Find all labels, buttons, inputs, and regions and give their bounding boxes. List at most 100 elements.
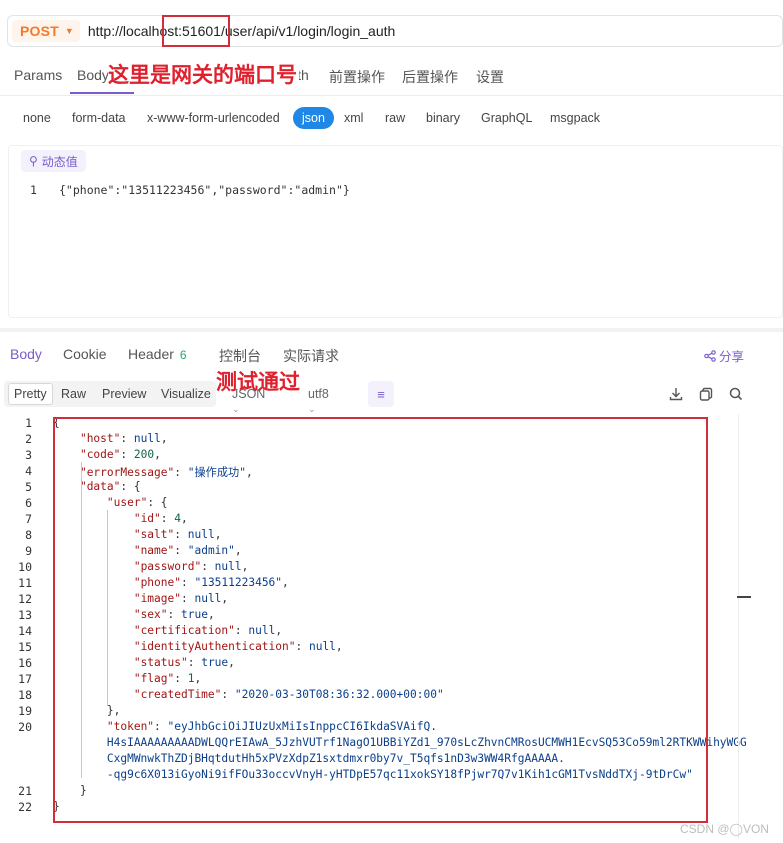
encoding-select-value: utf8 xyxy=(308,387,329,401)
line-number: 7 xyxy=(25,512,32,526)
code-line: CxgMWnwkThZDjBHqtdutHh5xPVzXdpZ1sxtdmxr0… xyxy=(53,752,565,765)
format-preview[interactable]: Preview xyxy=(102,387,146,401)
chevron-down-icon: ⌄ xyxy=(308,404,316,414)
resp-tab-cookie[interactable]: Cookie xyxy=(63,346,107,362)
tab-body[interactable]: Body xyxy=(77,67,109,83)
line-number: 2 xyxy=(25,432,32,446)
code-line: }, xyxy=(53,704,121,717)
search-icon[interactable] xyxy=(727,385,745,403)
line-number: 5 xyxy=(25,480,32,494)
resp-tab-console[interactable]: 控制台 xyxy=(219,346,261,366)
method-select[interactable]: POST ▼ xyxy=(12,20,80,42)
dynamic-value-label: 动态值 xyxy=(41,154,78,169)
request-body-editor[interactable] xyxy=(8,145,783,318)
magic-wand-icon: ⚲ xyxy=(29,154,38,168)
line-number: 21 xyxy=(18,784,32,798)
annotation-port: 这里是网关的端口号 xyxy=(108,59,299,89)
tab-settings[interactable]: 设置 xyxy=(476,67,504,87)
line-number: 19 xyxy=(18,704,32,718)
line-number: 4 xyxy=(25,464,32,478)
url-bar[interactable]: POST ▼ http://localhost:51601/user/api/v… xyxy=(7,15,783,47)
code-line: "image": null, xyxy=(133,592,229,605)
body-type-selector: none form-data x-www-form-urlencoded jso… xyxy=(0,106,783,130)
body-type-urlencoded[interactable]: x-www-form-urlencoded xyxy=(147,111,280,125)
indent-guide xyxy=(107,510,108,706)
line-number: 10 xyxy=(18,560,32,574)
code-line: "flag": 1, xyxy=(133,672,202,685)
code-line: "password": null, xyxy=(133,560,249,573)
scrollbar-thumb[interactable] xyxy=(737,596,751,598)
resp-tab-body[interactable]: Body xyxy=(10,346,42,362)
body-type-binary[interactable]: binary xyxy=(426,111,460,125)
line-number: 11 xyxy=(18,576,32,590)
code-line: "salt": null, xyxy=(133,528,222,541)
scrollbar[interactable] xyxy=(738,414,752,839)
active-tab-indicator xyxy=(70,92,134,94)
resp-tab-header[interactable]: Header 6 xyxy=(128,346,187,362)
line-number: 16 xyxy=(18,656,32,670)
format-pretty[interactable]: Pretty xyxy=(8,383,53,405)
code-line: "token": "eyJhbGciOiJIUzUxMiIsInppcCI6Ik… xyxy=(106,720,437,733)
body-type-graphql[interactable]: GraphQL xyxy=(481,111,532,125)
wrap-lines-button[interactable]: ≡ xyxy=(368,381,394,407)
code-line: -qg9c6X013iGyoNi9ifFOu33occvVnyH-yHTDpE5… xyxy=(53,768,693,781)
wrap-icon: ≡ xyxy=(377,386,385,402)
line-number: 15 xyxy=(18,640,32,654)
language-select[interactable]: JSON ⌄ xyxy=(232,387,265,415)
format-visualize[interactable]: Visualize xyxy=(161,387,211,401)
share-icon xyxy=(704,349,716,362)
pane-divider[interactable] xyxy=(0,328,783,332)
code-line: } xyxy=(53,784,87,797)
share-button[interactable]: 分享 xyxy=(704,346,744,365)
code-line: "sex": true, xyxy=(133,608,215,621)
line-number: 13 xyxy=(18,608,32,622)
body-type-form-data[interactable]: form-data xyxy=(72,111,126,125)
line-number: 17 xyxy=(18,672,32,686)
body-type-none[interactable]: none xyxy=(23,111,51,125)
line-number: 3 xyxy=(25,448,32,462)
line-number: 1 xyxy=(30,183,37,197)
watermark: CSDN @◯VON xyxy=(680,822,769,836)
body-type-xml[interactable]: xml xyxy=(344,111,363,125)
line-number: 18 xyxy=(18,688,32,702)
tab-post-actions[interactable]: 后置操作 xyxy=(402,67,458,87)
line-number: 22 xyxy=(18,800,32,814)
tab-params[interactable]: Params xyxy=(14,67,62,83)
line-number: 9 xyxy=(25,544,32,558)
code-line: "host": null, xyxy=(79,432,168,445)
line-number: 14 xyxy=(18,624,32,638)
body-type-json[interactable]: json xyxy=(293,107,334,129)
format-raw[interactable]: Raw xyxy=(61,387,86,401)
line-number: 20 xyxy=(18,720,32,734)
code-line: "errorMessage": "操作成功", xyxy=(79,466,253,479)
line-number: 6 xyxy=(25,496,32,510)
share-label: 分享 xyxy=(719,350,745,364)
line-number: 1 xyxy=(25,416,32,430)
response-body-editor[interactable]: 1 2 3 4 5 6 7 8 9 10 11 12 13 14 15 16 17 18 19 20 21 22 { "h… xyxy=(8,414,750,834)
resp-tab-actual-request[interactable]: 实际请求 xyxy=(283,346,339,366)
encoding-select[interactable]: utf8 ⌄ xyxy=(308,387,329,415)
body-type-raw[interactable]: raw xyxy=(385,111,405,125)
chevron-down-icon: ⌄ xyxy=(232,404,240,414)
code-line: } xyxy=(53,800,60,813)
url-input[interactable]: http://localhost:51601/user/api/v1/login… xyxy=(88,23,395,39)
download-icon[interactable] xyxy=(667,385,685,403)
code-line: "id": 4, xyxy=(133,512,188,525)
indent-guide xyxy=(81,462,82,778)
dynamic-value-button[interactable]: ⚲ 动态值 xyxy=(21,150,86,172)
code-line: "identityAuthentication": null, xyxy=(133,640,343,653)
code-line: "createdTime": "2020-03-30T08:36:32.000+… xyxy=(133,688,444,701)
resp-tab-header-label: Header xyxy=(128,346,174,362)
code-line: "code": 200, xyxy=(79,448,161,461)
method-label: POST xyxy=(20,23,59,39)
language-select-value: JSON xyxy=(232,387,266,401)
chevron-down-icon: ▼ xyxy=(64,26,74,36)
body-type-msgpack[interactable]: msgpack xyxy=(550,111,600,125)
code-line: "certification": null, xyxy=(133,624,283,637)
code-line: "data": { xyxy=(79,480,141,493)
line-number: 8 xyxy=(25,528,32,542)
header-count-badge: 6 xyxy=(179,348,187,362)
copy-icon[interactable] xyxy=(697,385,715,403)
tab-pre-actions[interactable]: 前置操作 xyxy=(329,67,385,87)
code-line: { xyxy=(53,416,60,429)
